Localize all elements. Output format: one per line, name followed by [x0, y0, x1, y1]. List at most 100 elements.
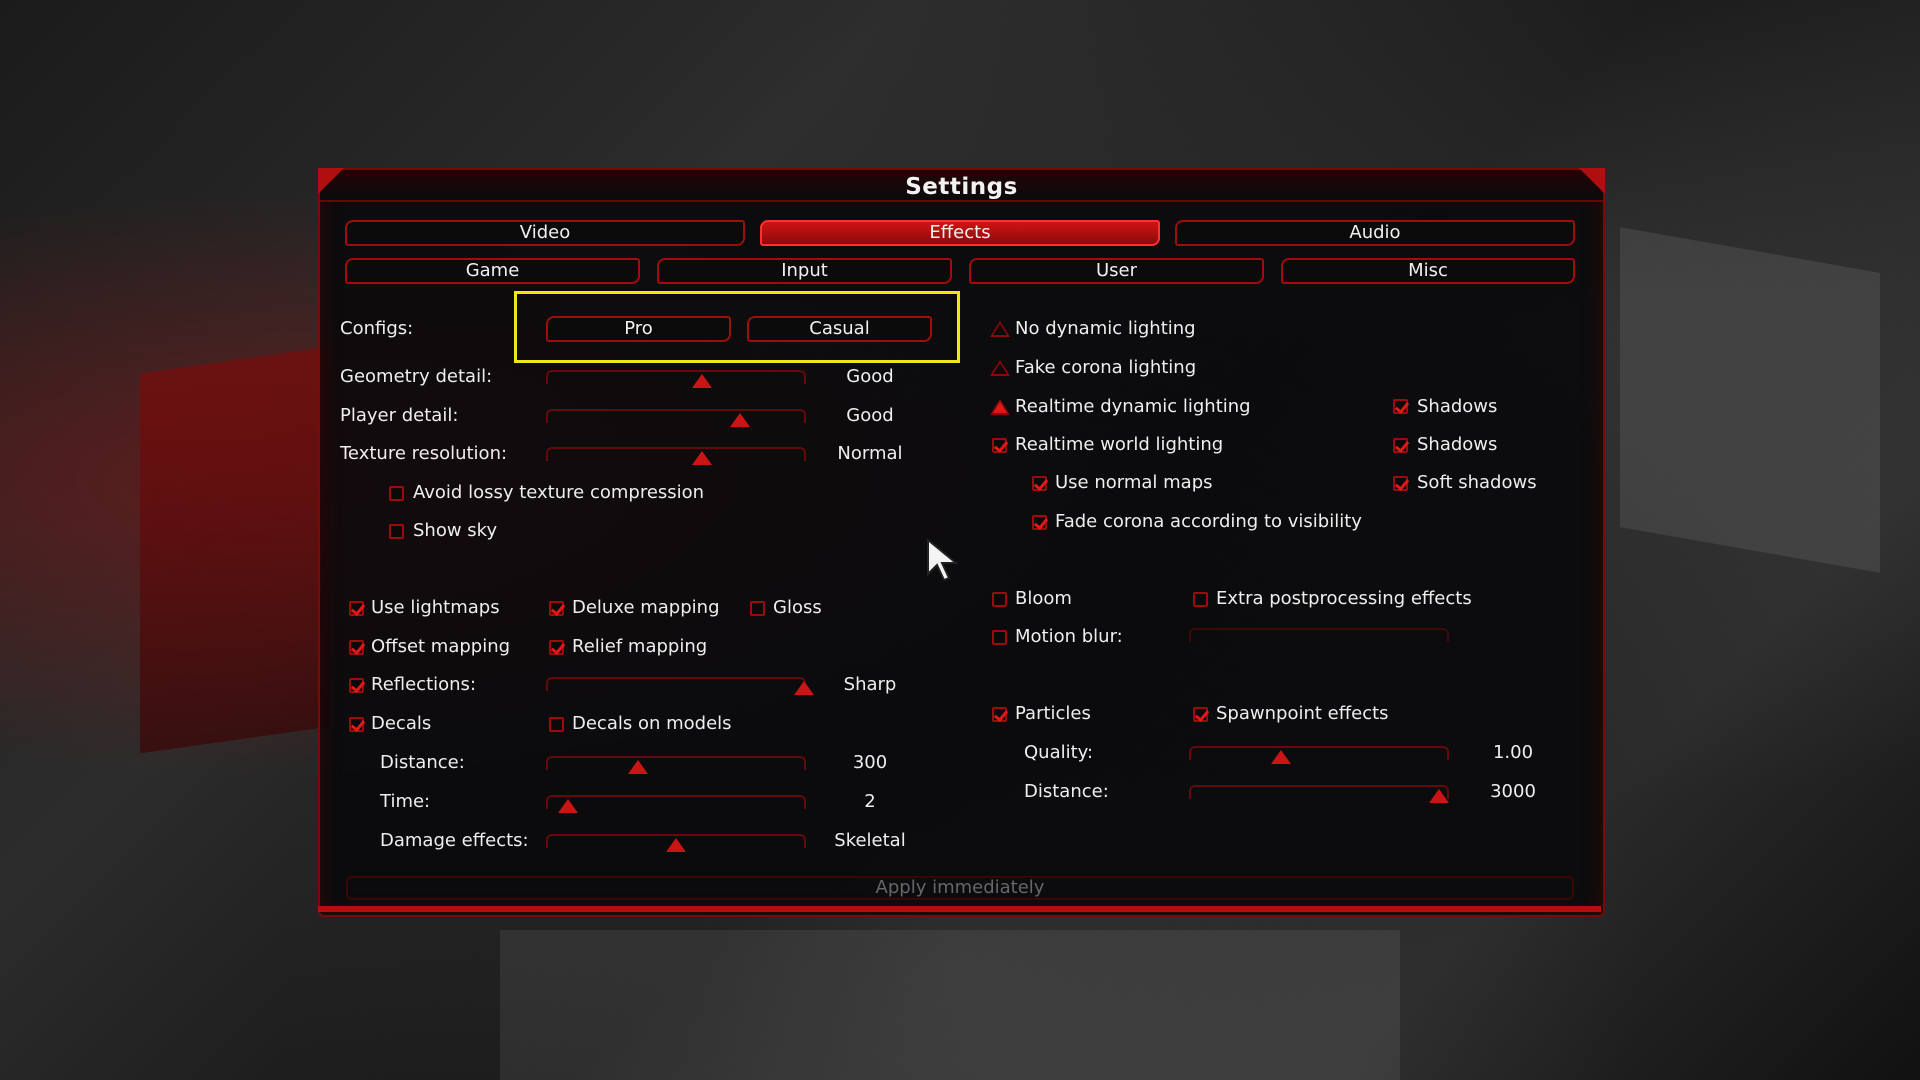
dialog-bottom-bar: [318, 906, 1601, 912]
particle-distance-slider[interactable]: [1189, 785, 1450, 803]
player-detail-label: Player detail:: [340, 405, 459, 426]
decal-distance-knob[interactable]: [627, 760, 648, 774]
particle-quality-value: 1.00: [1492, 742, 1534, 763]
spawnpoint-effects-label: Spawnpoint effects: [1216, 703, 1389, 724]
decals-label: Decals: [371, 713, 432, 734]
use-lightmaps-label: Use lightmaps: [371, 597, 500, 618]
reflections-label: Reflections:: [371, 674, 477, 695]
extra-postprocessing-label: Extra postprocessing effects: [1216, 588, 1472, 609]
show-sky-label: Show sky: [413, 520, 498, 541]
avoid-lossy-checkbox[interactable]: [389, 486, 404, 501]
texture-resolution-knob[interactable]: [691, 451, 712, 465]
particle-distance-knob[interactable]: [1429, 789, 1450, 803]
decal-time-label: Time:: [380, 791, 431, 812]
dialog-title: Settings: [905, 174, 1018, 200]
relief-mapping-checkbox[interactable]: [549, 640, 564, 655]
fade-corona-checkbox[interactable]: [1032, 515, 1047, 530]
no-dynamic-lighting-radio[interactable]: [990, 321, 1010, 337]
decal-distance-slider[interactable]: [546, 756, 806, 774]
background-red-wall: [140, 346, 330, 754]
geometry-detail-label: Geometry detail:: [340, 366, 493, 387]
particle-quality-label: Quality:: [1024, 742, 1094, 763]
shadows-checkbox-2[interactable]: [1393, 438, 1408, 453]
texture-resolution-slider[interactable]: [546, 447, 806, 465]
geometry-detail-knob[interactable]: [691, 374, 712, 388]
fade-corona-label: Fade corona according to visibility: [1055, 511, 1362, 532]
use-lightmaps-checkbox[interactable]: [349, 601, 364, 616]
shadows-checkbox-1[interactable]: [1393, 399, 1408, 414]
soft-shadows-label: Soft shadows: [1417, 472, 1537, 493]
tab-video[interactable]: Video: [345, 220, 745, 246]
reflections-knob[interactable]: [794, 681, 814, 695]
decal-time-knob[interactable]: [558, 799, 579, 813]
geometry-detail-slider[interactable]: [546, 370, 806, 388]
use-normal-maps-checkbox[interactable]: [1032, 476, 1047, 491]
realtime-world-lighting-label: Realtime world lighting: [1015, 434, 1224, 455]
particles-label: Particles: [1015, 703, 1091, 724]
decals-checkbox[interactable]: [349, 717, 364, 732]
apply-immediately-button[interactable]: Apply immediately: [346, 876, 1574, 900]
tab-game[interactable]: Game: [345, 258, 640, 284]
realtime-world-lighting-checkbox[interactable]: [992, 438, 1007, 453]
extra-postprocessing-checkbox[interactable]: [1193, 592, 1208, 607]
deluxe-mapping-label: Deluxe mapping: [572, 597, 720, 618]
decal-time-value: 2: [864, 791, 876, 812]
offset-mapping-label: Offset mapping: [371, 636, 511, 657]
decal-distance-label: Distance:: [380, 752, 465, 773]
shadows-label-1: Shadows: [1417, 396, 1498, 417]
player-detail-value: Good: [846, 405, 894, 426]
damage-effects-value: Skeletal: [834, 830, 906, 851]
particle-distance-label: Distance:: [1024, 781, 1109, 802]
avoid-lossy-label: Avoid lossy texture compression: [413, 482, 705, 503]
particles-checkbox[interactable]: [992, 707, 1007, 722]
config-casual-button[interactable]: Casual: [747, 316, 932, 342]
motion-blur-slider[interactable]: [1189, 628, 1449, 642]
motion-blur-label: Motion blur:: [1015, 626, 1123, 647]
texture-resolution-value: Normal: [837, 443, 903, 464]
gloss-checkbox[interactable]: [750, 601, 765, 616]
tab-input[interactable]: Input: [657, 258, 952, 284]
spawnpoint-effects-checkbox[interactable]: [1193, 707, 1208, 722]
shadows-label-2: Shadows: [1417, 434, 1498, 455]
geometry-detail-value: Good: [846, 366, 894, 387]
tab-user[interactable]: User: [969, 258, 1264, 284]
damage-effects-label: Damage effects:: [380, 830, 529, 851]
configs-label: Configs:: [340, 318, 414, 339]
relief-mapping-label: Relief mapping: [572, 636, 708, 657]
bloom-checkbox[interactable]: [992, 592, 1007, 607]
no-dynamic-lighting-label: No dynamic lighting: [1015, 318, 1196, 339]
particle-quality-knob[interactable]: [1270, 750, 1291, 764]
tab-misc[interactable]: Misc: [1281, 258, 1575, 284]
soft-shadows-checkbox[interactable]: [1393, 476, 1408, 491]
decal-distance-value: 300: [852, 752, 888, 773]
show-sky-checkbox[interactable]: [389, 524, 404, 539]
decal-time-slider[interactable]: [546, 795, 806, 813]
player-detail-knob[interactable]: [730, 413, 750, 427]
decals-on-models-label: Decals on models: [572, 713, 732, 734]
config-pro-button[interactable]: Pro: [546, 316, 731, 342]
motion-blur-checkbox[interactable]: [992, 630, 1007, 645]
realtime-dynamic-lighting-label: Realtime dynamic lighting: [1015, 396, 1251, 417]
fake-corona-lighting-radio[interactable]: [990, 360, 1010, 376]
fake-corona-lighting-label: Fake corona lighting: [1015, 357, 1197, 378]
gloss-label: Gloss: [773, 597, 822, 618]
offset-mapping-checkbox[interactable]: [349, 640, 364, 655]
bloom-label: Bloom: [1015, 588, 1072, 609]
decals-on-models-checkbox[interactable]: [549, 717, 564, 732]
texture-resolution-label: Texture resolution:: [340, 443, 508, 464]
realtime-dynamic-lighting-radio[interactable]: [990, 399, 1010, 415]
deluxe-mapping-checkbox[interactable]: [549, 601, 564, 616]
tab-effects[interactable]: Effects: [760, 220, 1160, 246]
damage-effects-knob[interactable]: [666, 838, 686, 852]
player-detail-slider[interactable]: [546, 409, 806, 427]
reflections-checkbox[interactable]: [349, 678, 364, 693]
mouse-cursor-icon: [927, 538, 959, 582]
particle-distance-value: 3000: [1490, 781, 1536, 802]
particle-quality-slider[interactable]: [1189, 746, 1449, 764]
damage-effects-slider[interactable]: [546, 834, 806, 852]
background-gray-block: [1620, 227, 1880, 573]
use-normal-maps-label: Use normal maps: [1055, 472, 1213, 493]
reflections-slider[interactable]: [546, 677, 814, 695]
reflections-value: Sharp: [843, 674, 897, 695]
tab-audio[interactable]: Audio: [1175, 220, 1575, 246]
